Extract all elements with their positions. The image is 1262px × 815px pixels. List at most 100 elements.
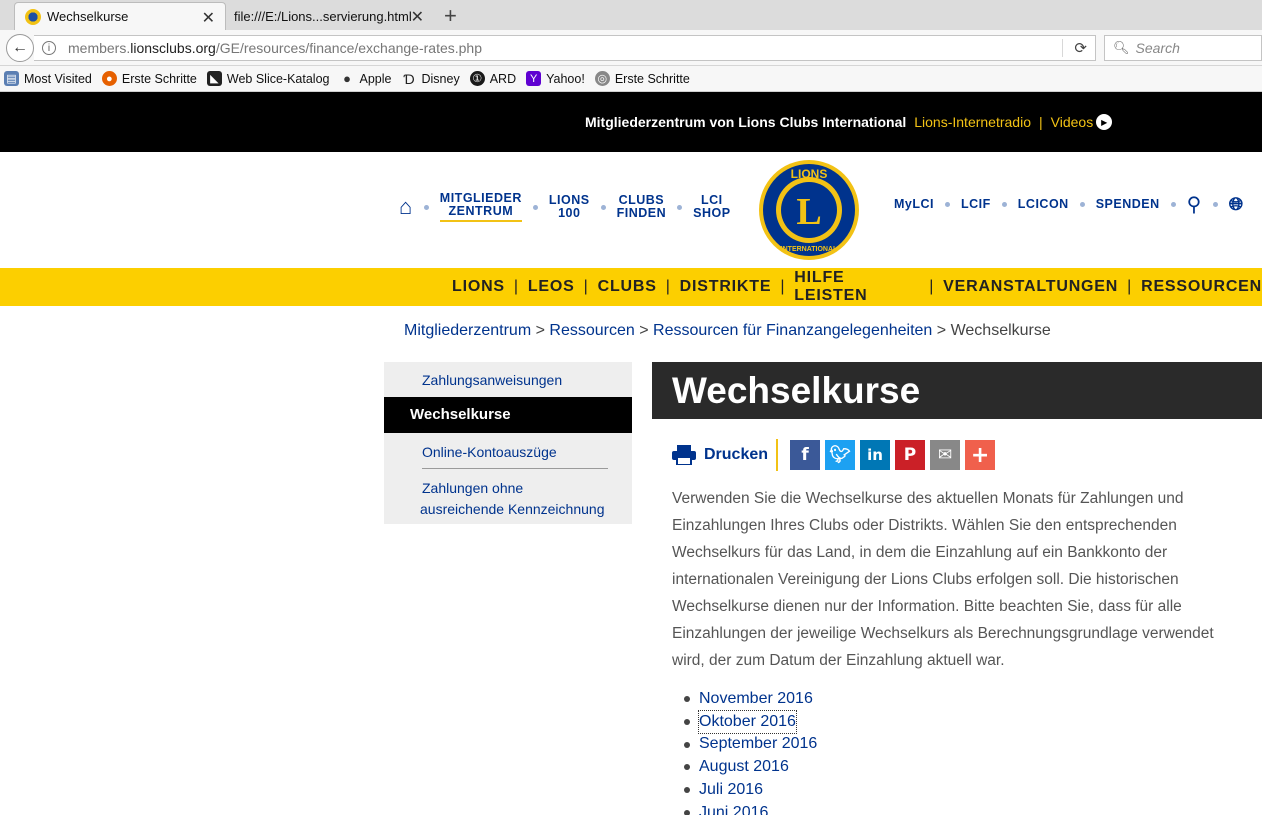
list-item: Juli 2016 xyxy=(684,779,817,802)
bookmark-yahoo[interactable]: Y Yahoo! xyxy=(526,71,585,86)
ard-icon: ① xyxy=(469,71,485,86)
nav-mylci[interactable]: MyLCI xyxy=(894,198,934,211)
site-header: ⌂ MITGLIEDER ZENTRUM LIONS 100 CLUBS FINDEN… xyxy=(0,152,1262,268)
main-nav-bar: LIONS | LEOS | CLUBS | DISTRIKTE | HILFE LEI… xyxy=(0,268,1262,306)
breadcrumb-current: Wechselkurse xyxy=(950,322,1051,339)
browser-navbar: ← i members.lionsclubs.org/GE/resources/… xyxy=(0,30,1262,66)
sidebar-item-online-kontoauszuege[interactable]: Online-Kontoauszüge xyxy=(422,444,557,460)
main-nav-leos[interactable]: LEOS xyxy=(528,278,575,296)
month-link-juli-2016[interactable]: Juli 2016 xyxy=(699,779,763,802)
videos-link[interactable]: Videos xyxy=(1051,114,1094,130)
bookmark-apple[interactable]: ● Apple xyxy=(340,71,391,86)
nav-clubs-finden[interactable]: CLUBS FINDEN xyxy=(617,194,667,220)
search-icon: 🔍︎ xyxy=(1113,40,1130,55)
back-icon[interactable]: ← xyxy=(6,34,34,62)
sidebar-item-wechselkurse[interactable]: Wechselkurse xyxy=(384,397,632,433)
most-visited-icon: ▤ xyxy=(4,71,19,86)
nav-lci-shop[interactable]: LCI SHOP xyxy=(693,194,730,220)
sidebar-item-zahlungsanweisungen[interactable]: Zahlungsanweisungen xyxy=(422,372,562,388)
tab-label: file:///E:/Lions...servierung.html xyxy=(234,8,412,24)
internet-radio-link[interactable]: Lions-Internetradio xyxy=(914,114,1031,130)
list-item: Juni 2016 xyxy=(684,802,817,815)
bookmark-erste-schritte[interactable]: ● Erste Schritte xyxy=(101,71,197,86)
bookmark-most-visited[interactable]: ▤ Most Visited xyxy=(4,71,92,86)
share-bar: Drucken f 🐦︎ in P ✉ + xyxy=(672,438,1000,472)
new-tab-icon[interactable]: + xyxy=(444,3,457,29)
url-bar[interactable]: i members.lionsclubs.org/GE/resources/fi… xyxy=(34,35,1096,61)
main-nav-distrikte[interactable]: DISTRIKTE xyxy=(680,278,772,296)
header-nav-left: ⌂ MITGLIEDER ZENTRUM LIONS 100 CLUBS FINDEN… xyxy=(399,192,731,222)
social-share: f 🐦︎ in P ✉ + xyxy=(790,440,1000,470)
firefox-icon: ● xyxy=(101,71,117,86)
side-nav: Zahlungsanweisungen Wechselkurse Online-… xyxy=(384,362,632,524)
globe-icon[interactable]: 🌐︎ xyxy=(1229,194,1244,215)
month-link-november-2016[interactable]: November 2016 xyxy=(699,688,813,711)
breadcrumb-mitgliederzentrum[interactable]: Mitgliederzentrum xyxy=(404,322,531,339)
site-info-icon[interactable]: i xyxy=(42,41,56,55)
yahoo-icon: Y xyxy=(526,71,542,86)
list-item: November 2016 xyxy=(684,688,817,711)
list-item: August 2016 xyxy=(684,756,817,779)
close-tab-icon[interactable]: ✕ xyxy=(411,7,424,27)
bookmark-ard[interactable]: ① ARD xyxy=(469,71,516,86)
search-input[interactable]: 🔍︎ Search xyxy=(1104,35,1262,61)
main-nav-hilfe-leisten[interactable]: HILFE LEISTEN xyxy=(794,269,920,305)
close-tab-icon[interactable]: ✕ xyxy=(202,8,215,28)
nav-lcicon[interactable]: LCICON xyxy=(1018,198,1069,211)
svg-text:LIONS: LIONS xyxy=(791,167,828,181)
disney-icon: Ɗ xyxy=(403,70,415,87)
browser-tabstrip: Wechselkurse ✕ file:///E:/Lions...servie… xyxy=(0,0,1262,30)
main-nav-veranstaltungen[interactable]: VERANSTALTUNGEN xyxy=(943,278,1118,296)
play-icon[interactable]: ▶ xyxy=(1096,114,1113,130)
tab-file[interactable]: file:///E:/Lions...servierung.html ✕ xyxy=(226,2,434,30)
home-icon[interactable]: ⌂ xyxy=(399,194,413,220)
nav-lions-100[interactable]: LIONS 100 xyxy=(549,194,590,220)
page-title: Wechselkurse xyxy=(652,362,1262,419)
globe-icon: ◎ xyxy=(594,71,610,86)
reload-icon[interactable]: ⟳ xyxy=(1074,39,1087,57)
search-icon[interactable]: ⚲ xyxy=(1187,192,1202,217)
breadcrumb-finanzangelegenheiten[interactable]: Ressourcen für Finanzangelegenheiten xyxy=(653,322,932,339)
svg-text:INTERNATIONAL: INTERNATIONAL xyxy=(781,246,838,253)
list-item: September 2016 xyxy=(684,733,817,756)
breadcrumb: Mitgliederzentrum > Ressourcen > Ressour… xyxy=(404,322,1051,339)
printer-icon xyxy=(672,445,696,465)
breadcrumb-ressourcen[interactable]: Ressourcen xyxy=(549,322,634,339)
month-link-september-2016[interactable]: September 2016 xyxy=(699,733,817,756)
main-nav-lions[interactable]: LIONS xyxy=(452,278,505,296)
intro-text: Verwenden Sie die Wechselkurse des aktue… xyxy=(672,490,1214,669)
top-black-bar: Mitgliederzentrum von Lions Clubs Intern… xyxy=(0,92,1262,152)
apple-icon: ● xyxy=(343,71,351,86)
main-nav-clubs[interactable]: CLUBS xyxy=(598,278,657,296)
lions-logo[interactable]: L LIONS INTERNATIONAL xyxy=(756,157,862,263)
email-icon[interactable]: ✉ xyxy=(930,440,961,470)
month-link-juni-2016[interactable]: Juni 2016 xyxy=(699,802,768,815)
nav-mitgliederzentrum[interactable]: MITGLIEDER ZENTRUM xyxy=(439,192,522,222)
svg-text:L: L xyxy=(796,191,821,233)
tab-wechselkurse[interactable]: Wechselkurse ✕ xyxy=(14,2,226,30)
pinterest-icon[interactable]: P xyxy=(895,440,926,470)
list-item: Oktober 2016 xyxy=(684,709,817,735)
member-center-title: Mitgliederzentrum von Lions Clubs Intern… xyxy=(585,114,907,130)
url-text[interactable]: members.lionsclubs.org/GE/resources/fina… xyxy=(68,40,482,56)
header-nav-right: MyLCI LCIF LCICON SPENDEN ⚲ 🌐︎ xyxy=(894,192,1244,217)
month-link-august-2016[interactable]: August 2016 xyxy=(699,756,789,779)
main-nav-ressourcen[interactable]: RESSOURCEN xyxy=(1141,278,1262,296)
nav-lcif[interactable]: LCIF xyxy=(961,198,991,211)
more-share-icon[interactable]: + xyxy=(965,440,996,470)
bookmarks-toolbar: ▤ Most Visited ● Erste Schritte ◣ Web Sl… xyxy=(0,66,1262,92)
linkedin-icon[interactable]: in xyxy=(860,440,891,470)
web-slice-icon: ◣ xyxy=(206,71,222,86)
twitter-icon[interactable]: 🐦︎ xyxy=(825,440,856,470)
facebook-icon[interactable]: f xyxy=(790,440,821,470)
nav-spenden[interactable]: SPENDEN xyxy=(1096,198,1160,211)
bookmark-erste-schritte-2[interactable]: ◎ Erste Schritte xyxy=(594,71,690,86)
lions-favicon-icon xyxy=(25,8,41,25)
tab-label: Wechselkurse xyxy=(47,9,129,24)
bookmark-disney[interactable]: Ɗ Disney xyxy=(401,70,459,87)
months-list: November 2016 Oktober 2016 September 201… xyxy=(684,688,817,815)
print-button[interactable]: Drucken xyxy=(672,439,779,471)
bookmark-web-slice[interactable]: ◣ Web Slice-Katalog xyxy=(206,71,330,86)
sidebar-item-zahlungen-ohne-kennzeichnung[interactable]: Zahlungen ohne ausreichende Kennzeichnun… xyxy=(420,478,604,520)
month-link-oktober-2016[interactable]: Oktober 2016 xyxy=(698,709,797,735)
